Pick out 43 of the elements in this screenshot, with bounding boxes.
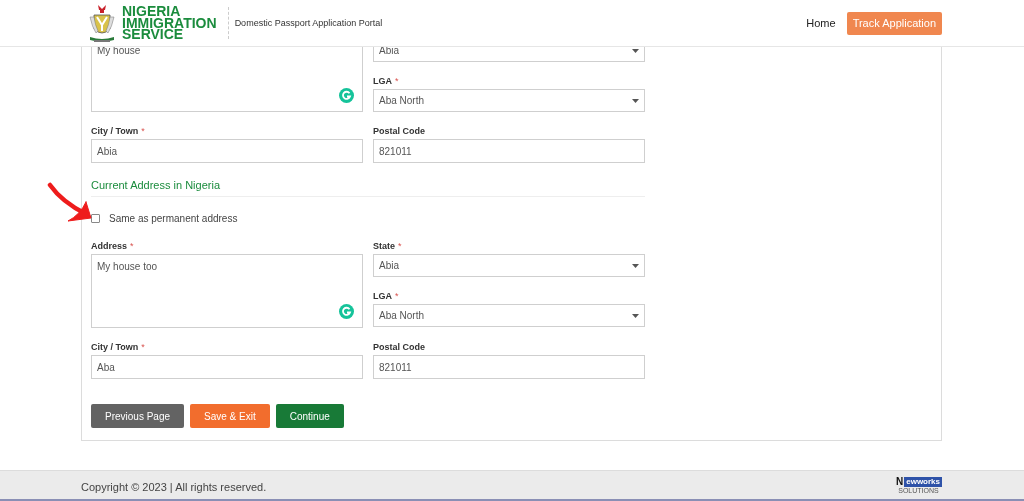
- grammar-check-icon: [339, 88, 354, 103]
- dropdown-caret-icon: [632, 98, 639, 103]
- checkbox[interactable]: [91, 213, 100, 223]
- vendor-logo-initial: N: [894, 477, 905, 487]
- required-asterisk: *: [395, 292, 399, 303]
- select-field[interactable]: Abia: [373, 47, 645, 62]
- vendor-logo-name: ewworks: [904, 477, 942, 487]
- select-field[interactable]: Aba North: [373, 304, 645, 327]
- address-textarea[interactable]: My house too: [91, 254, 363, 328]
- coat-of-arms-icon: [88, 3, 116, 43]
- previous-page-button[interactable]: Previous Page: [91, 404, 185, 428]
- continue-button[interactable]: Continue: [275, 404, 344, 428]
- dropdown-caret-icon: [632, 263, 639, 268]
- dropdown-caret-icon: [632, 313, 639, 318]
- required-asterisk: *: [395, 77, 399, 88]
- select-field[interactable]: Aba North: [373, 89, 645, 112]
- brand-name: SERVICE: [122, 29, 184, 41]
- text-input[interactable]: 821011: [373, 355, 645, 379]
- text-input[interactable]: Aba: [91, 355, 363, 379]
- text-input[interactable]: 821011: [373, 139, 645, 163]
- select-field[interactable]: Abia: [373, 254, 645, 277]
- field-label: Postal Code: [373, 343, 425, 354]
- field-label: State: [373, 242, 395, 253]
- section-heading: Current Address in Nigeria: [91, 177, 645, 197]
- required-asterisk: *: [398, 242, 402, 253]
- brand-name: NIGERIA: [122, 6, 181, 18]
- home-link[interactable]: Home: [806, 17, 836, 29]
- brand-name: IMMIGRATION: [122, 17, 217, 30]
- field-label: LGA: [373, 292, 392, 303]
- grammar-check-icon: [339, 304, 354, 319]
- field-label: City / Town: [91, 127, 139, 138]
- required-asterisk: *: [130, 242, 134, 253]
- copyright-text: Copyright © 2023 | All rights reserved.: [81, 481, 267, 493]
- field-label: Postal Code: [373, 127, 425, 138]
- text-input[interactable]: Abia: [91, 139, 363, 163]
- address-textarea[interactable]: My house: [91, 47, 363, 112]
- checkbox-label: Same as permanent address: [109, 212, 238, 224]
- field-label: LGA: [373, 77, 392, 88]
- required-asterisk: *: [141, 127, 145, 138]
- portal-title: Domestic Passport Application Portal: [234, 18, 383, 28]
- required-asterisk: *: [141, 343, 145, 354]
- field-label: Address: [91, 242, 127, 253]
- field-label: City / Town: [91, 343, 139, 354]
